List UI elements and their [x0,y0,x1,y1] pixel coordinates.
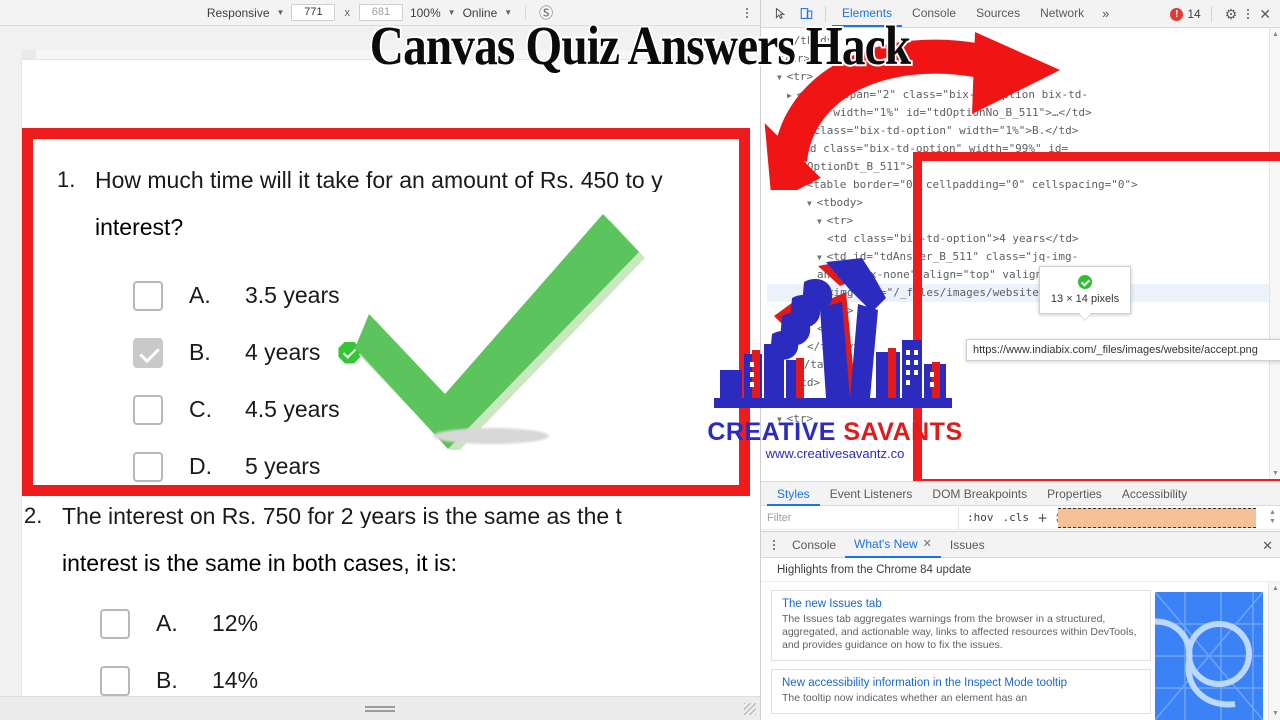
logo-word-creative: CREATIVE [707,418,844,446]
option-letter: A. [156,610,178,636]
drawer-tab-label: What's New [854,536,918,551]
option-checkbox-b[interactable] [133,337,163,368]
image-url-tooltip: https://www.indiabix.com/_files/images/w… [966,339,1280,361]
gear-icon[interactable]: ⚙ [1222,6,1241,23]
dom-tree-scrollbar[interactable]: ▲ ▼ [1269,28,1280,480]
whats-new-heading: Highlights from the Chrome 84 update [761,558,1280,582]
question-text-line1: How much time will it take for an amount… [95,169,663,192]
close-drawer-icon[interactable]: ✕ [1262,538,1273,554]
option-checkbox-a[interactable] [100,608,130,639]
tab-styles[interactable]: Styles [767,482,820,506]
option-text: 14% [212,667,259,693]
card-title[interactable]: The new Issues tab [782,598,1140,610]
pixel-size-tooltip: 13 × 14 pixels [1039,266,1131,320]
cls-toggle-button[interactable]: .cls [1003,511,1030,524]
logo-word-savants: SAVANTS [843,418,963,446]
creative-savants-logo: CREATIVE SAVANTS www.creativesavantz.co [700,258,970,470]
question-text-line1: The interest on Rs. 750 for 2 years is t… [62,505,622,528]
card-body: The Issues tab aggregates warnings from … [782,613,1137,651]
whats-new-content: The new Issues tab The Issues tab aggreg… [761,582,1280,720]
option-letter: C. [189,396,212,422]
option-checkbox-b[interactable] [100,665,130,696]
tab-event-listeners[interactable]: Event Listeners [820,482,923,506]
option-letter: D. [189,453,212,479]
option-row-a[interactable]: A. 12% [0,595,738,652]
computed-scroll-arrows-icon[interactable]: ▲ ▼ [1267,508,1278,530]
dom-expand-arrow-icon[interactable]: ▼ [817,217,827,226]
logo-wordmark: CREATIVE SAVANTS [700,418,970,447]
whats-new-promo-image [1155,592,1263,720]
drawer-tab-whats-new[interactable]: What's New ✕ [845,532,941,558]
option-letter: A. [189,282,211,308]
option-checkbox-d[interactable] [133,451,163,482]
new-style-rule-button[interactable]: + [1038,509,1047,527]
viewport-resize-bar[interactable] [0,696,760,720]
drawer-tab-issues[interactable]: Issues [941,532,994,558]
card-title[interactable]: New accessibility information in the Ins… [782,677,1140,689]
close-icon[interactable]: ✕ [1256,6,1274,23]
question-text-line2: interest is the same in both cases, it i… [62,550,458,576]
question-2: 2. The interest on Rs. 750 for 2 years i… [0,505,738,709]
drawer-tab-label: Issues [949,537,985,552]
drawer-tab-bar: Console What's New ✕ Issues ✕ [761,531,1280,558]
tab-accessibility[interactable]: Accessibility [1112,482,1197,506]
option-checkbox-c[interactable] [133,394,163,425]
resize-corner-icon[interactable] [744,703,756,715]
option-letter: B. [156,667,178,693]
option-text: 4 years [245,339,321,365]
dom-line-text: <td class="bix-td-option">4 years</td> [827,232,1079,245]
question-number: 1. [57,167,76,192]
dom-line-text: <tbody> [816,196,863,209]
scroll-down-icon[interactable]: ▼ [1272,470,1279,477]
close-whats-new-icon[interactable]: ✕ [923,531,932,557]
dom-tree-line[interactable]: ▼ <tr> [767,212,1280,230]
option-text: 12% [212,610,259,636]
tab-properties[interactable]: Properties [1037,482,1112,506]
styles-sidebar-tabs: Styles Event Listeners DOM Breakpoints P… [761,481,1280,506]
scroll-up-icon[interactable]: ▲ [1272,31,1279,38]
pixel-size-label: 13 × 14 pixels [1050,293,1120,305]
dom-tree-line[interactable]: <td class="bix-td-option">4 years</td> [767,230,1280,248]
card-body: The tooltip now indicates whether an ele… [782,692,1028,704]
more-vertical-icon[interactable] [1244,9,1252,19]
drawer-more-icon[interactable] [765,539,783,550]
scroll-down-icon[interactable]: ▼ [1272,710,1279,717]
styles-filter-input[interactable]: Filter [761,506,959,529]
tab-dom-breakpoints[interactable]: DOM Breakpoints [922,482,1037,506]
option-letter: B. [189,339,211,365]
whats-new-card[interactable]: The new Issues tab The Issues tab aggreg… [771,590,1151,661]
big-green-checkmark-icon [355,200,655,470]
hov-toggle-button[interactable]: :hov [967,511,994,524]
drawer-tab-label: Console [792,537,837,552]
box-model-diagram [1058,508,1256,528]
option-text: 4.5 years [245,396,340,422]
dom-expand-arrow-icon[interactable]: ▼ [807,199,817,208]
accept-check-icon [1078,275,1092,289]
dom-line-text: <tr> [826,214,854,227]
option-checkbox-a[interactable] [133,280,163,311]
drawer-tab-console[interactable]: Console [783,532,845,558]
video-title-overlay: Canvas Quiz Answers Hack [368,13,913,78]
whats-new-card[interactable]: New accessibility information in the Ins… [771,669,1151,714]
logo-website-url: www.creativesavantz.co [765,446,905,461]
scroll-up-icon[interactable]: ▲ [1272,585,1279,592]
dom-tree-line[interactable]: ▼ <tbody> [767,194,1280,212]
header-divider-2 [1210,6,1212,22]
option-text: 5 years [245,453,321,479]
resize-grip-icon[interactable] [365,706,395,713]
option-text: 3.5 years [245,282,340,308]
whats-new-scrollbar[interactable]: ▲ ▼ [1268,582,1280,720]
emulated-page-pane: Responsive ▼ 771 x 681 100% ▼ Online ▼ Ⓢ… [0,0,760,720]
question-number: 2. [24,503,43,528]
question-2-options: A. 12% B. 14% [0,595,738,709]
